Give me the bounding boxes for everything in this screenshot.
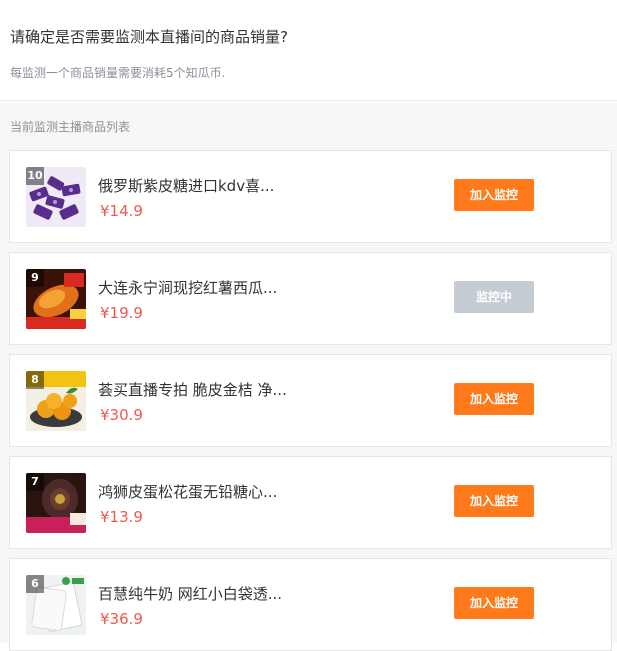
rank-badge: 7 (26, 473, 44, 491)
product-list-section: 当前监测主播商品列表 10 俄罗斯紫皮糖进口kdv喜... ¥14.9 加入监控… (0, 102, 617, 651)
add-monitor-button[interactable]: 加入监控 (454, 485, 534, 517)
add-monitor-button[interactable]: 加入监控 (454, 179, 534, 211)
rank-badge: 10 (26, 167, 44, 185)
product-card: 10 俄罗斯紫皮糖进口kdv喜... ¥14.9 加入监控 (9, 150, 612, 243)
product-name[interactable]: 百慧纯牛奶 网红小白袋透... (98, 583, 282, 604)
product-name[interactable]: 大连永宁涧现挖红薯西瓜... (98, 277, 277, 298)
rank-badge: 9 (26, 269, 44, 287)
rank-badge: 6 (26, 575, 44, 593)
product-price: ¥19.9 (100, 304, 143, 322)
product-name[interactable]: 荟买直播专拍 脆皮金桔 净... (98, 379, 287, 400)
product-price: ¥13.9 (100, 508, 143, 526)
product-card: 8 荟买直播专拍 脆皮金桔 净... ¥30.9 加入监控 (9, 354, 612, 447)
section-label: 当前监测主播商品列表 (10, 120, 131, 134)
monitoring-status-button[interactable]: 监控中 (454, 281, 534, 313)
dialog-header: 请确定是否需要监测本直播间的商品销量? 每监测一个商品销量需要消耗5个知瓜币. (0, 0, 617, 101)
product-thumbnail: 9 (26, 269, 86, 329)
product-price: ¥36.9 (100, 610, 143, 628)
product-thumbnail: 7 (26, 473, 86, 533)
rank-badge: 8 (26, 371, 44, 389)
product-name[interactable]: 俄罗斯紫皮糖进口kdv喜... (98, 175, 274, 196)
product-price: ¥14.9 (100, 202, 143, 220)
cost-notice: 每监测一个商品销量需要消耗5个知瓜币. (10, 66, 226, 80)
product-thumbnail: 6 (26, 575, 86, 635)
product-card: 9 大连永宁涧现挖红薯西瓜... ¥19.9 监控中 (9, 252, 612, 345)
product-card: 7 鸿狮皮蛋松花蛋无铅糖心... ¥13.9 加入监控 (9, 456, 612, 549)
product-card: 6 百慧纯牛奶 网红小白袋透... ¥36.9 加入监控 (9, 558, 612, 651)
product-thumbnail: 8 (26, 371, 86, 431)
dialog-title: 请确定是否需要监测本直播间的商品销量? (10, 28, 288, 46)
add-monitor-button[interactable]: 加入监控 (454, 383, 534, 415)
add-monitor-button[interactable]: 加入监控 (454, 587, 534, 619)
product-price: ¥30.9 (100, 406, 143, 424)
product-thumbnail: 10 (26, 167, 86, 227)
product-name[interactable]: 鸿狮皮蛋松花蛋无铅糖心... (98, 481, 277, 502)
